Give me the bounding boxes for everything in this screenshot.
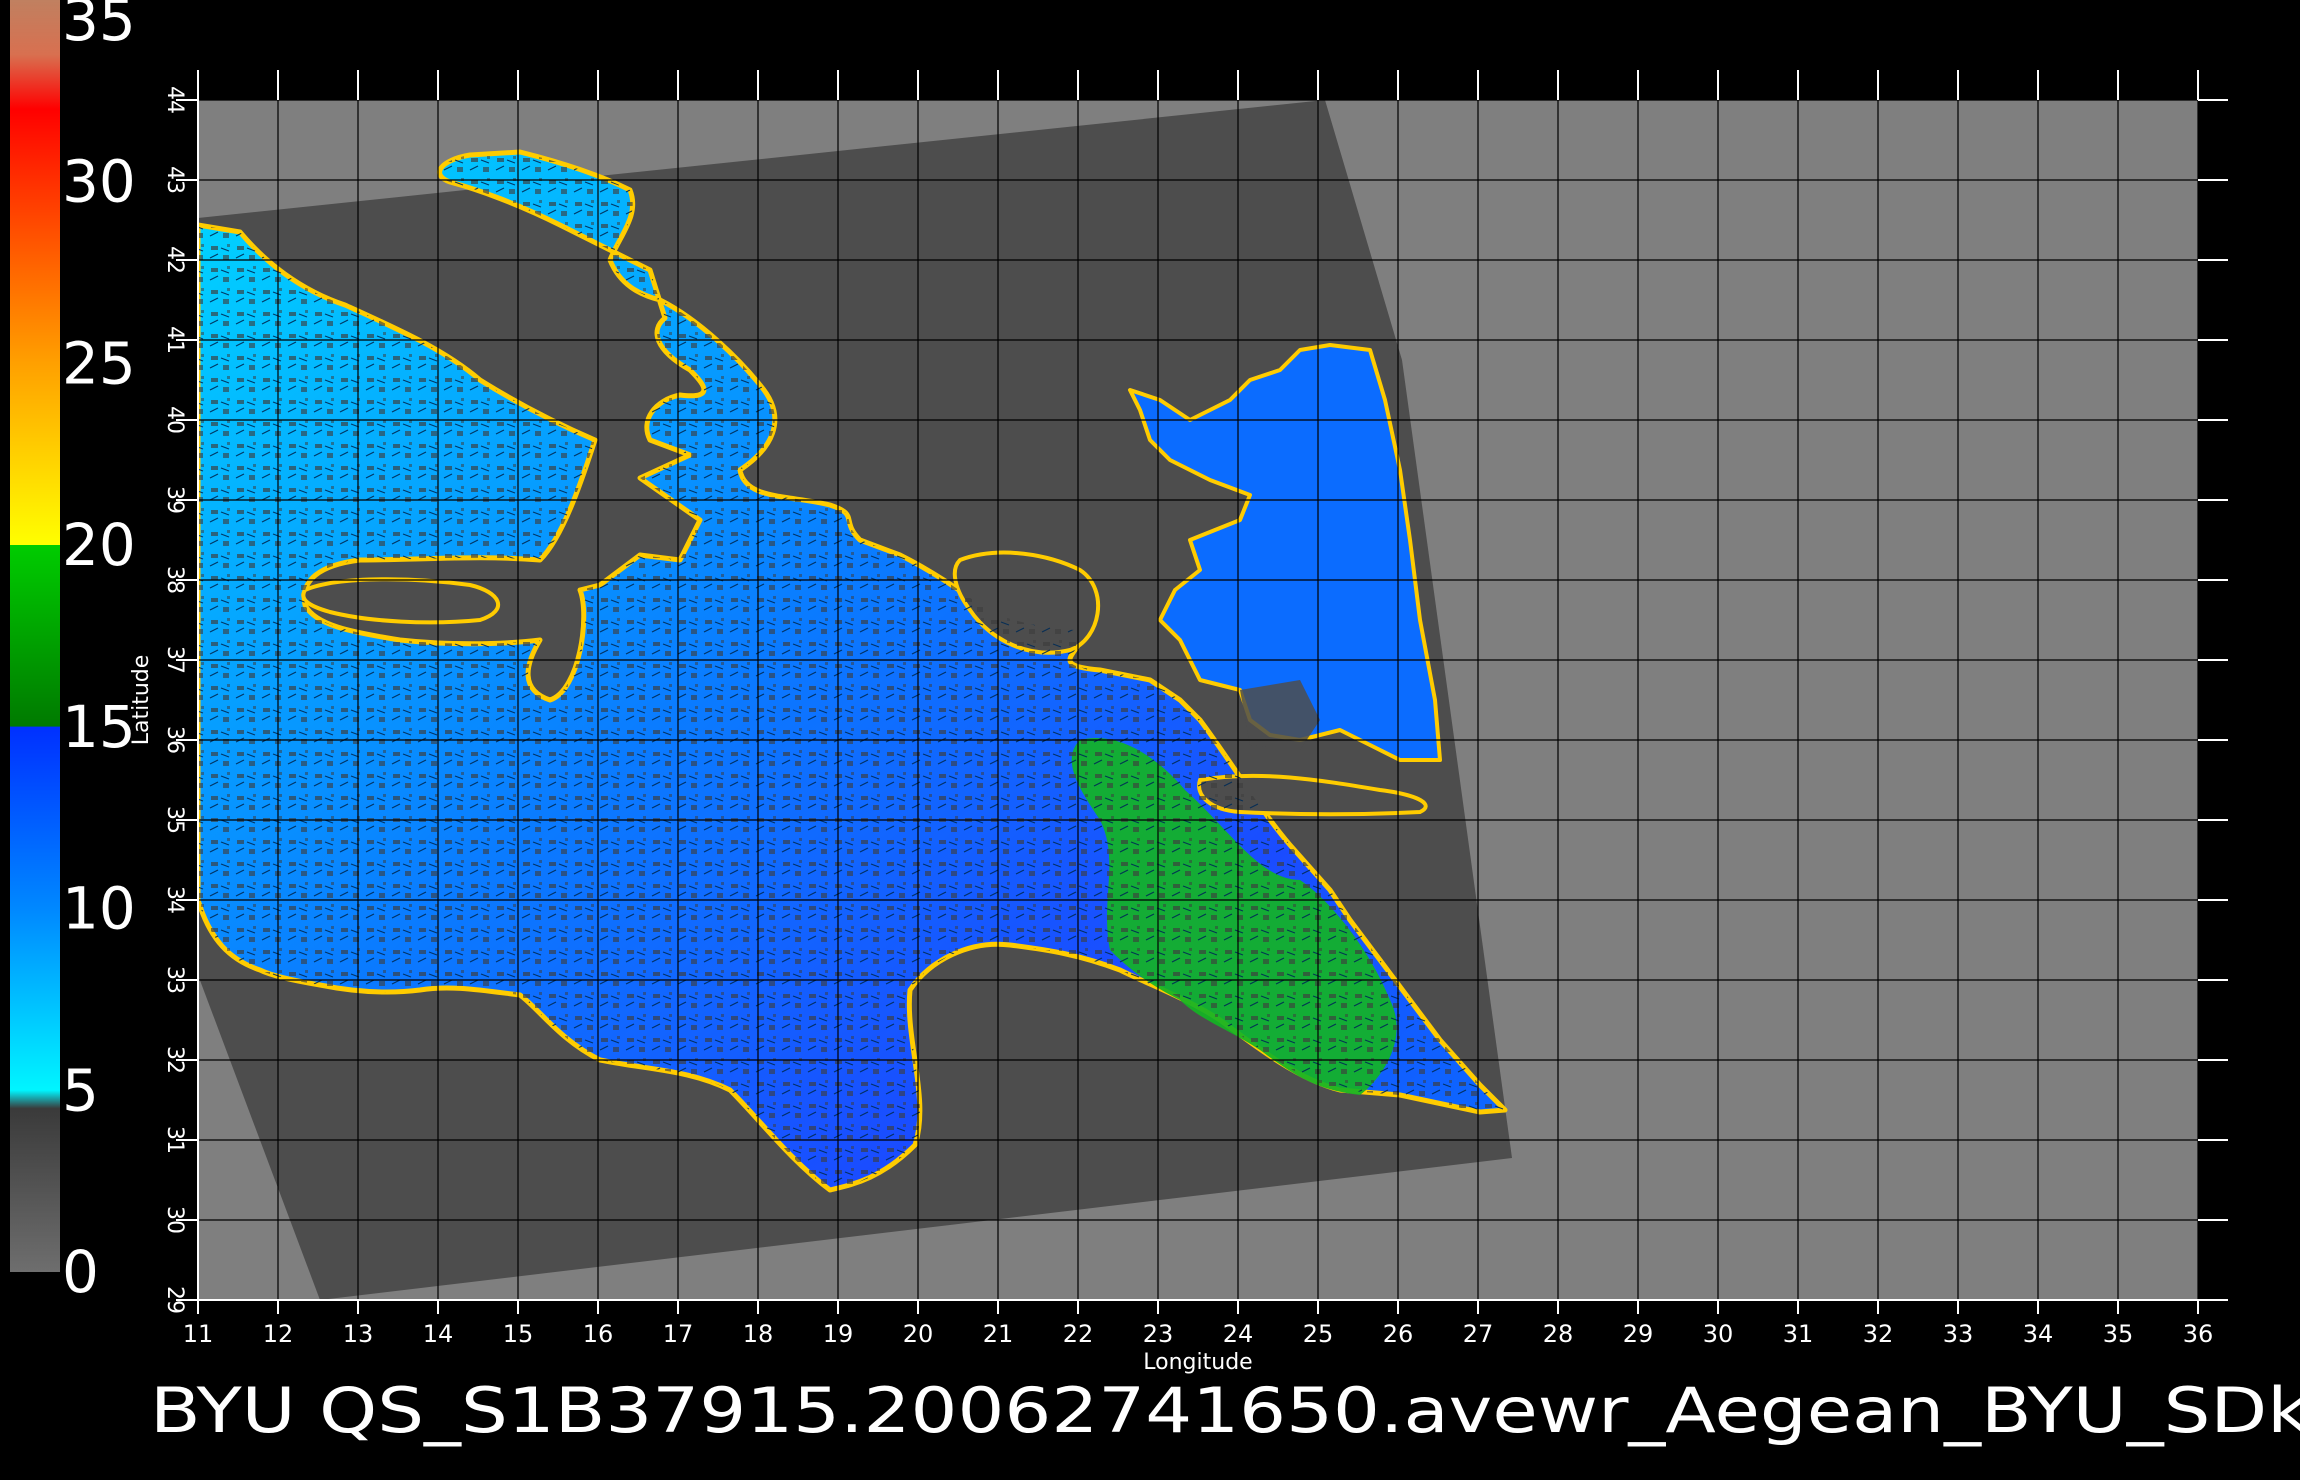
- colorbar-label: 25: [62, 329, 136, 397]
- colorbar-label: 0: [62, 1238, 99, 1306]
- lon-tick-label: 20: [903, 1320, 934, 1348]
- lat-tick-label: 31: [162, 1126, 187, 1154]
- colorbar-label: 15: [62, 693, 136, 761]
- lat-tick-label: 29: [162, 1286, 187, 1314]
- lon-tick-label: 35: [2103, 1320, 2134, 1348]
- lon-tick-label: 14: [423, 1320, 454, 1348]
- x-axis-title: Longitude: [1143, 1350, 1252, 1375]
- lon-tick-label: 28: [1543, 1320, 1574, 1348]
- lon-tick-label: 23: [1143, 1320, 1174, 1348]
- colorbar-label: 30: [62, 148, 136, 216]
- lon-tick-label: 32: [1863, 1320, 1894, 1348]
- lon-tick-label: 27: [1463, 1320, 1494, 1348]
- lat-tick-label: 41: [162, 326, 187, 354]
- lat-tick-label: 32: [162, 1046, 187, 1074]
- lon-tick-label: 30: [1703, 1320, 1734, 1348]
- colorbar: 0 5 10 15 20 25 30 35: [10, 0, 136, 1306]
- lat-tick-label: 43: [162, 166, 187, 194]
- lon-tick-label: 15: [503, 1320, 534, 1348]
- lon-tick-label: 36: [2183, 1320, 2214, 1348]
- colorbar-labels: 0 5 10 15 20 25 30 35: [62, 0, 136, 1306]
- lon-tick-label: 24: [1223, 1320, 1254, 1348]
- lat-tick-label: 34: [162, 886, 187, 914]
- lat-tick-label: 42: [162, 246, 187, 274]
- lon-tick-label: 33: [1943, 1320, 1974, 1348]
- lon-tick-label: 25: [1303, 1320, 1334, 1348]
- lon-tick-label: 26: [1383, 1320, 1414, 1348]
- lon-tick-label: 34: [2023, 1320, 2054, 1348]
- lat-tick-label: 37: [162, 646, 187, 674]
- lon-tick-label: 11: [183, 1320, 214, 1348]
- lon-tick-label: 31: [1783, 1320, 1814, 1348]
- lon-tick-label: 22: [1063, 1320, 1094, 1348]
- lat-tick-label: 30: [162, 1206, 187, 1234]
- colorbar-label: 5: [62, 1056, 99, 1124]
- lat-tick-label: 44: [162, 86, 187, 114]
- lon-tick-label: 21: [983, 1320, 1014, 1348]
- lat-tick-label: 39: [162, 486, 187, 514]
- lon-tick-label: 19: [823, 1320, 854, 1348]
- colorbar-label: 20: [62, 511, 136, 579]
- lat-tick-label: 36: [162, 726, 187, 754]
- lon-tick-label: 29: [1623, 1320, 1654, 1348]
- lat-tick-label: 38: [162, 566, 187, 594]
- lon-tick-label: 18: [743, 1320, 774, 1348]
- footer-title: BYU QS_S1B37915.20062741650.avewr_Aegean…: [150, 1374, 2300, 1447]
- lat-tick-label: 40: [162, 406, 187, 434]
- lon-tick-label: 13: [343, 1320, 374, 1348]
- lat-tick-label: 33: [162, 966, 187, 994]
- lon-tick-label: 17: [663, 1320, 694, 1348]
- colorbar-ramp: [10, 0, 60, 1272]
- colorbar-label: 35: [62, 0, 136, 54]
- wind-map-figure: 11 12 13 14 15 16 17 18 19 20 21 22 23 24 25 26 27 28 29 30…: [0, 0, 2300, 1480]
- lat-tick-label: 35: [162, 806, 187, 834]
- lon-tick-label: 16: [583, 1320, 614, 1348]
- colorbar-label: 10: [62, 875, 136, 943]
- lon-tick-label: 12: [263, 1320, 294, 1348]
- map-canvas: 11 12 13 14 15 16 17 18 19 20 21 22 23 24 25 26 27 28 29 30…: [10, 0, 2300, 1447]
